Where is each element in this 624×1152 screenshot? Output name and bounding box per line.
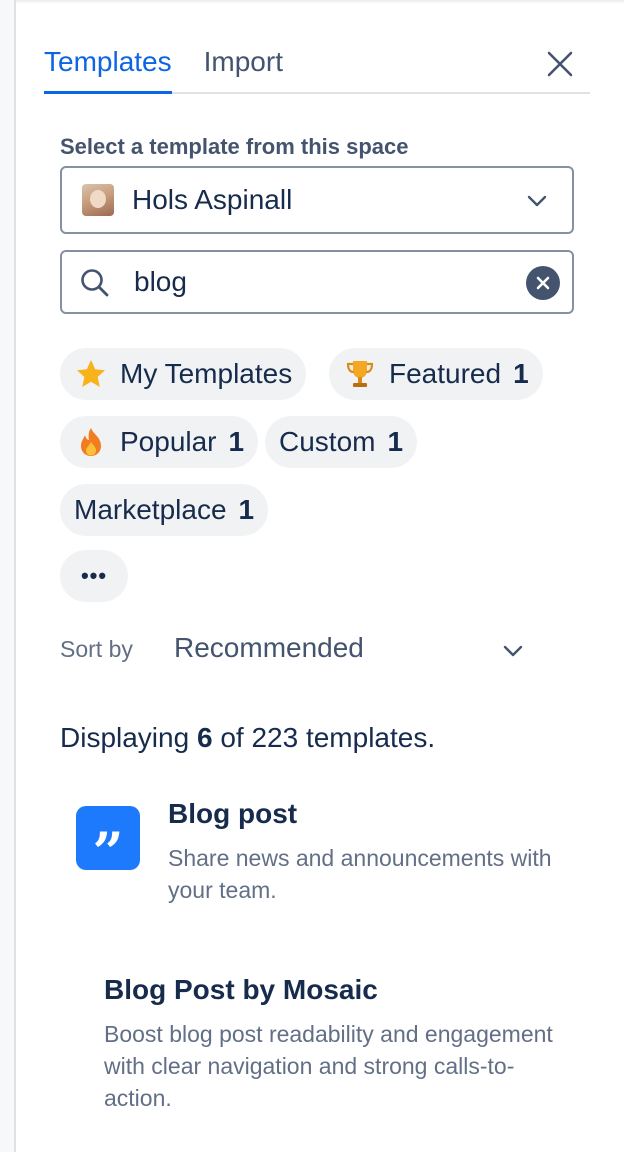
avatar	[82, 184, 114, 216]
filter-chip-featured[interactable]: Featured 1	[329, 348, 543, 400]
results-suffix: of 223 templates.	[220, 722, 436, 753]
filter-chip-my-templates[interactable]: My Templates	[60, 348, 307, 400]
filter-chip-marketplace[interactable]: Marketplace 1	[60, 484, 269, 536]
trophy-icon	[343, 357, 377, 391]
filter-chip-custom[interactable]: Custom 1	[265, 416, 418, 468]
tab-templates[interactable]: Templates	[44, 44, 172, 94]
chevron-down-icon	[527, 195, 547, 207]
tab-import[interactable]: Import	[204, 44, 283, 92]
filter-chip-label: Popular	[120, 426, 217, 457]
filter-chip-label: Featured	[389, 358, 502, 389]
close-icon	[547, 51, 573, 77]
template-title[interactable]: Blog post	[168, 798, 297, 830]
search-icon	[81, 269, 109, 297]
chevron-down-icon[interactable]	[502, 640, 524, 662]
filter-chip-count: 1	[387, 426, 404, 457]
search-value[interactable]: blog	[134, 266, 187, 298]
template-description: Share news and announcements with your t…	[168, 845, 552, 903]
results-prefix: Displaying	[60, 722, 190, 753]
filter-chip-count: 1	[228, 426, 245, 457]
space-select[interactable]: Hols Aspinall	[60, 166, 574, 234]
results-summary: Displaying 6 of 223 templates.	[60, 722, 435, 754]
template-panel: Templates Import Select a template from …	[16, 0, 624, 1152]
search-input[interactable]: blog	[60, 250, 574, 314]
results-shown-count: 6	[196, 722, 213, 753]
clear-icon	[536, 276, 550, 290]
clear-search-button[interactable]	[526, 266, 560, 300]
left-rail	[0, 0, 16, 1152]
quote-icon: ”	[76, 806, 140, 879]
fire-icon	[74, 425, 108, 459]
filter-chip-label: Custom	[279, 426, 376, 457]
filter-chip-count: 1	[238, 494, 255, 525]
filter-chip-label: My Templates	[120, 358, 293, 389]
template-description: Boost blog post readability and engageme…	[104, 1021, 553, 1111]
filter-chip-label: Marketplace	[74, 494, 227, 525]
panel-tabs: Templates Import	[44, 44, 590, 94]
space-select-label: Select a template from this space	[60, 134, 409, 159]
sort-label: Sort by	[60, 636, 133, 662]
template-title[interactable]: Blog Post by Mosaic	[104, 974, 378, 1006]
sort-select[interactable]: Recommended	[174, 632, 364, 664]
selected-space-name: Hols Aspinall	[132, 184, 293, 215]
filter-chip-popular[interactable]: Popular 1	[60, 416, 259, 468]
more-filters-button[interactable]: •••	[60, 550, 128, 602]
close-button[interactable]	[540, 44, 580, 84]
star-icon	[74, 357, 108, 391]
filter-chip-count: 1	[513, 358, 529, 389]
